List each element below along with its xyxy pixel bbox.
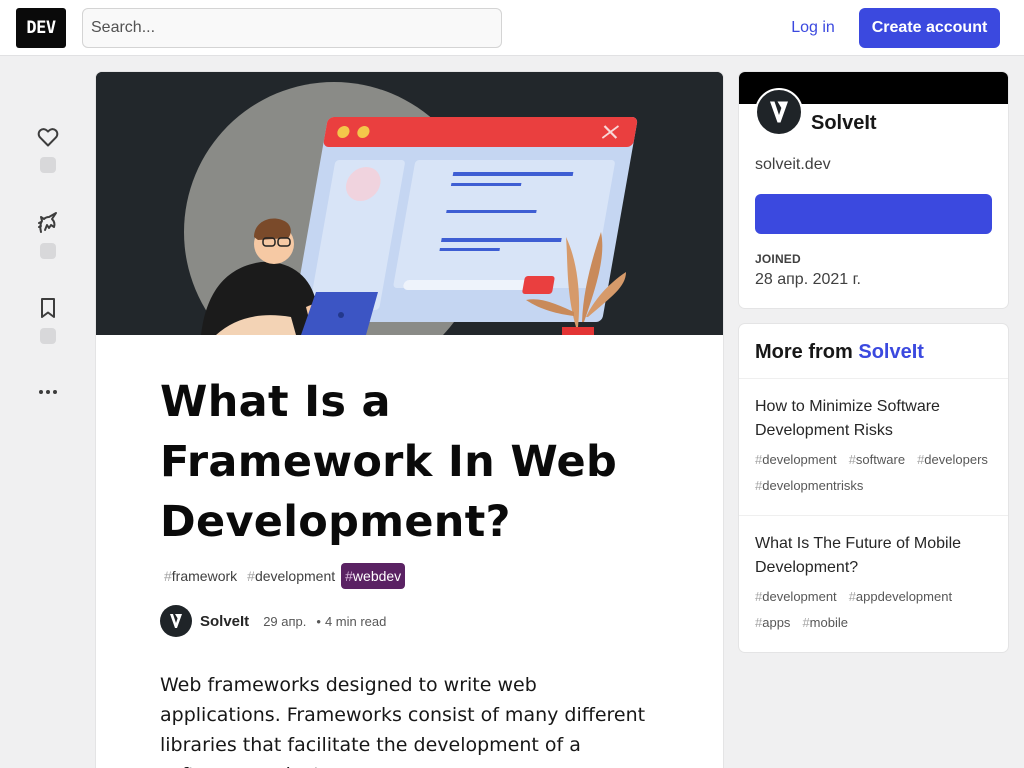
tag-hash: # xyxy=(802,615,810,630)
tag-label: development xyxy=(762,589,837,604)
article-body: Web frameworks designed to write web app… xyxy=(160,674,646,768)
more-horizontal-icon xyxy=(39,390,57,394)
tag-label: mobile xyxy=(809,615,848,630)
article-tags: #framework #development #webdev xyxy=(160,563,406,589)
tag-label: software xyxy=(855,452,906,467)
bookmark-reaction-button[interactable] xyxy=(32,296,64,344)
post-tags: #development #software #developers #deve… xyxy=(755,447,992,499)
solveit-logo-icon xyxy=(770,101,788,123)
joined-label: JOINED xyxy=(755,252,801,266)
heart-count xyxy=(40,157,56,173)
post-tag[interactable]: #developmentrisks xyxy=(755,473,863,499)
author-avatar[interactable] xyxy=(160,605,192,637)
tag-hash: # xyxy=(848,589,856,604)
more-from-post[interactable]: How to Minimize Software Development Ris… xyxy=(739,379,1008,516)
bookmark-icon xyxy=(41,298,55,318)
more-from-card: More from SolveIt How to Minimize Softwa… xyxy=(739,324,1008,652)
more-from-heading: More from SolveIt xyxy=(739,324,1008,379)
byline-separator: • xyxy=(316,613,321,629)
tag-label: development xyxy=(762,452,837,467)
post-title[interactable]: How to Minimize Software Development Ris… xyxy=(755,395,992,443)
post-tag[interactable]: #appdevelopment xyxy=(849,584,952,610)
follow-button[interactable] xyxy=(755,194,992,234)
tag-label: development xyxy=(254,568,336,584)
tag-label: framework xyxy=(171,568,238,584)
create-account-button[interactable]: Create account xyxy=(859,8,1000,48)
tag-label: appdevelopment xyxy=(855,589,953,604)
dev-logo[interactable]: DEV xyxy=(16,8,66,48)
post-tags: #development #appdevelopment #apps #mobi… xyxy=(755,584,992,636)
top-navigation-bar: DEV Log in Create account xyxy=(0,0,1024,56)
post-tag[interactable]: #software xyxy=(849,447,905,473)
tag-label: developmentrisks xyxy=(762,478,864,493)
search-input[interactable] xyxy=(82,8,502,48)
cover-image xyxy=(96,72,723,335)
tag-label: webdev xyxy=(352,568,402,584)
organization-name[interactable]: SolveIt xyxy=(811,112,877,135)
tag-hash: # xyxy=(345,568,353,584)
publish-date: 29 апр. xyxy=(263,613,307,629)
post-tag[interactable]: #mobile xyxy=(802,610,848,636)
author-name[interactable]: SolveIt xyxy=(200,613,249,630)
article-title: What Is a Framework In Web Development? xyxy=(160,377,618,547)
post-title[interactable]: What Is The Future of Mobile Development… xyxy=(755,532,992,580)
more-from-post[interactable]: What Is The Future of Mobile Development… xyxy=(739,516,1008,636)
article-card: What Is a Framework In Web Development? … xyxy=(96,72,723,768)
bookmark-count xyxy=(40,328,56,344)
heart-reaction-button[interactable] xyxy=(32,125,64,173)
post-tag[interactable]: #development xyxy=(755,447,837,473)
cover-illustration xyxy=(96,72,723,335)
tag-hash: # xyxy=(848,452,856,467)
tag-hash: # xyxy=(247,568,255,584)
more-from-brand-link[interactable]: SolveIt xyxy=(858,341,924,363)
organization-url: solveit.dev xyxy=(755,156,831,173)
solveit-logo-icon xyxy=(170,614,182,628)
log-in-link[interactable]: Log in xyxy=(778,8,848,48)
more-options-button[interactable] xyxy=(32,380,64,404)
post-tag[interactable]: #development xyxy=(755,584,837,610)
tag-label: apps xyxy=(762,615,791,630)
tag-development[interactable]: #development xyxy=(243,563,339,589)
tag-framework[interactable]: #framework xyxy=(160,563,241,589)
unicorn-icon xyxy=(38,212,57,233)
article-byline: SolveIt 29 апр. • 4 min read xyxy=(160,604,386,638)
read-time: 4 min read xyxy=(324,613,387,629)
joined-date: 28 апр. 2021 г. xyxy=(755,271,861,288)
tag-webdev[interactable]: #webdev xyxy=(341,563,406,589)
post-tag[interactable]: #apps xyxy=(755,610,790,636)
tag-hash: # xyxy=(164,568,172,584)
unicorn-reaction-button[interactable] xyxy=(32,211,64,259)
organization-avatar[interactable] xyxy=(755,88,803,136)
heart-icon xyxy=(37,128,59,147)
more-from-prefix: More from xyxy=(755,341,853,363)
post-tag[interactable]: #developers xyxy=(917,447,988,473)
unicorn-count xyxy=(40,243,56,259)
organization-card: SolveIt solveit.dev JOINED 28 апр. 2021 … xyxy=(739,72,1008,308)
tag-label: developers xyxy=(924,452,988,467)
